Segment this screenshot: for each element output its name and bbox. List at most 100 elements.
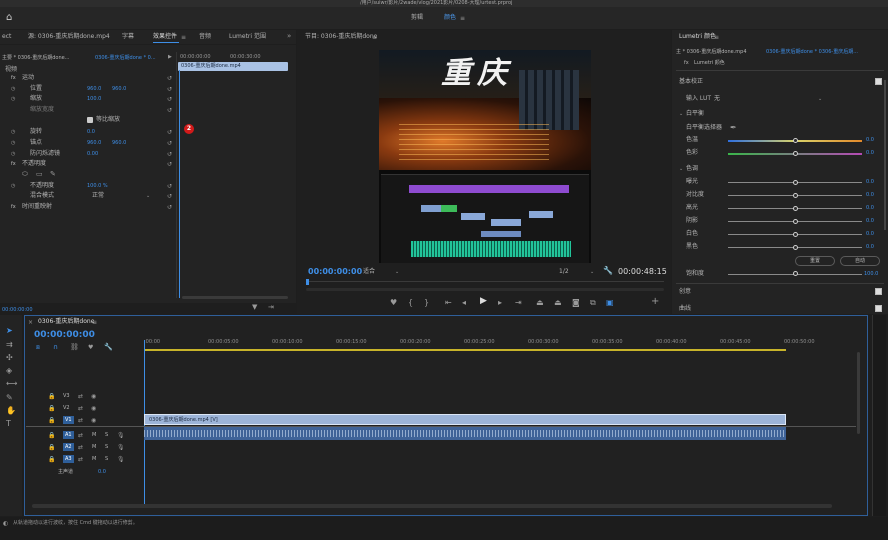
track-label[interactable]: V3 [63, 392, 70, 400]
fx-motion[interactable]: 运动 [22, 74, 34, 82]
effect-clip-bar[interactable]: 0306-重庆后期done.mp4 [178, 62, 288, 71]
program-scrub-bar[interactable] [306, 279, 664, 291]
program-playhead[interactable] [306, 279, 309, 285]
tab-ect[interactable]: ect [2, 33, 11, 41]
tone-knob[interactable] [793, 245, 798, 250]
tone-value[interactable]: 0.0 [866, 191, 874, 199]
wb-value[interactable]: 0.0 [866, 136, 874, 144]
tone-value[interactable]: 0.0 [866, 204, 874, 212]
reset-icon[interactable]: ↺ [167, 95, 172, 104]
wb-value[interactable]: 0.0 [866, 149, 874, 157]
selection-tool-icon[interactable]: ➤ [6, 326, 13, 335]
workspace-tab-edit[interactable]: 剪辑 [411, 14, 423, 22]
stopwatch-icon[interactable]: ◷ [11, 182, 15, 191]
reset-icon[interactable]: ↺ [167, 128, 172, 137]
tone-value[interactable]: 0.0 [866, 243, 874, 251]
track-label[interactable]: V1 [63, 416, 74, 424]
tone-value[interactable]: 0.0 [866, 178, 874, 186]
eye-icon[interactable]: ◉ [91, 404, 96, 413]
microphone-icon[interactable]: 🎙 [117, 443, 125, 452]
lift-icon[interactable]: ⏏ [536, 298, 544, 307]
reset-icon[interactable]: ↺ [167, 182, 172, 191]
sync-lock-icon[interactable]: ⇄ [78, 443, 83, 452]
track-select-icon[interactable]: ⇉ [6, 340, 13, 349]
input-lut-value[interactable]: 无 [714, 95, 720, 103]
slip-tool-icon[interactable]: ⟷ [6, 379, 17, 388]
program-ratio-select[interactable]: 1/2 [559, 268, 569, 276]
fx-scale-value[interactable]: 100.0 [87, 95, 101, 103]
timeline-settings-icon[interactable]: 🔧 [104, 343, 113, 352]
uniform-scale-checkbox[interactable] [87, 117, 93, 123]
solo-button[interactable]: S [105, 431, 108, 439]
fx-opacity-value[interactable]: 100.0 % [87, 182, 108, 190]
fx-position-y[interactable]: 960.0 [112, 85, 126, 93]
track-label[interactable]: A3 [63, 455, 74, 463]
track-label[interactable]: V2 [63, 404, 70, 412]
fx-anchor-x[interactable]: 960.0 [87, 139, 101, 147]
track-label[interactable]: A2 [63, 443, 74, 451]
sync-lock-icon[interactable]: ⇄ [78, 416, 83, 425]
play-icon[interactable]: ▶ [480, 297, 487, 306]
section-tone[interactable]: 色调 [686, 165, 698, 173]
chevron-down-icon[interactable]: ⌄ [679, 165, 683, 174]
tone-knob[interactable] [793, 219, 798, 224]
fx-antiflicker-value[interactable]: 0.00 [87, 150, 98, 158]
export-icon[interactable]: ⇥ [268, 303, 274, 312]
tone-knob[interactable] [793, 180, 798, 185]
tone-knob[interactable] [793, 193, 798, 198]
nest-icon[interactable]: ⧈ [36, 343, 40, 352]
work-area-bar[interactable] [144, 349, 786, 351]
rect-mask-icon[interactable]: ▭ [36, 170, 43, 179]
chevron-down-icon[interactable]: ⌄ [818, 95, 822, 104]
lock-icon[interactable]: 🔒 [48, 443, 55, 452]
ellipse-mask-icon[interactable]: ⬭ [22, 170, 28, 179]
effect-playhead[interactable] [179, 70, 180, 298]
effect-scrollbar[interactable] [182, 296, 288, 299]
lumetri-master-clip[interactable]: 主 * 0306-重庆后期done.mp4 [676, 48, 747, 56]
fx-anchor-y[interactable]: 960.0 [112, 139, 126, 147]
reset-icon[interactable]: ↺ [167, 106, 172, 115]
mute-button[interactable]: M [92, 443, 96, 451]
step-forward-icon[interactable]: ▸ [498, 298, 502, 307]
lock-icon[interactable]: 🔒 [48, 392, 55, 401]
reset-button[interactable]: 重置 [795, 256, 835, 266]
extract-icon[interactable]: ⏏ [554, 298, 562, 307]
timeline-tab[interactable]: 0306-重庆后期done [38, 318, 94, 326]
add-button-icon[interactable]: + [651, 297, 659, 307]
close-icon[interactable]: × [28, 318, 33, 327]
saturation-knob[interactable] [793, 271, 798, 276]
lumetri-sequence-clip[interactable]: 0306-重庆后期done * 0306-重庆后期... [766, 48, 858, 56]
ripple-edit-icon[interactable]: ✣ [6, 353, 13, 362]
sequence-clip-label[interactable]: 0306-重庆后期done * 0... [95, 54, 156, 62]
lock-icon[interactable]: 🔒 [48, 416, 55, 425]
master-clip-label[interactable]: 主要 * 0306-重庆后期done... [2, 54, 69, 62]
reset-icon[interactable]: ↺ [167, 74, 172, 83]
program-fit-select[interactable]: 适合 [363, 268, 375, 276]
program-zoom-bar[interactable] [306, 288, 664, 291]
tab-lumetri-scopes[interactable]: Lumetri 范围 [229, 33, 266, 41]
chevron-down-icon[interactable]: ⌄ [395, 268, 399, 277]
pen-mask-icon[interactable]: ✎ [50, 170, 56, 179]
auto-button[interactable]: 自动 [840, 256, 880, 266]
mute-button[interactable]: M [92, 455, 96, 463]
tone-knob[interactable] [793, 232, 798, 237]
eyedropper-icon[interactable]: ✒ [730, 123, 737, 132]
pen-tool-icon[interactable]: ✎ [6, 393, 13, 402]
timeline-h-scrollbar[interactable] [32, 504, 832, 508]
microphone-icon[interactable]: 🎙 [117, 455, 125, 464]
eye-icon[interactable]: ◉ [91, 416, 96, 425]
tab-audio[interactable]: 音频 [199, 33, 211, 41]
section-white-balance[interactable]: 白平衡 [686, 110, 704, 118]
lumetri-scrollbar[interactable] [884, 80, 886, 230]
reset-icon[interactable]: ↺ [167, 192, 172, 201]
section-basic-correction[interactable]: 基本校正 [679, 78, 703, 86]
marker-icon[interactable]: ♥ [390, 298, 397, 307]
section-curves[interactable]: 曲线 [679, 305, 691, 313]
fx-position-x[interactable]: 960.0 [87, 85, 101, 93]
go-to-out-icon[interactable]: ⇥ [515, 298, 522, 307]
play-only-icon[interactable]: ▶ [168, 53, 172, 62]
compare-icon[interactable]: ⧉ [590, 298, 596, 307]
tab-menu-icon[interactable]: ≡ [714, 33, 719, 42]
wrench-icon[interactable]: 🔧 [603, 266, 613, 275]
creative-checkbox[interactable] [875, 288, 882, 295]
